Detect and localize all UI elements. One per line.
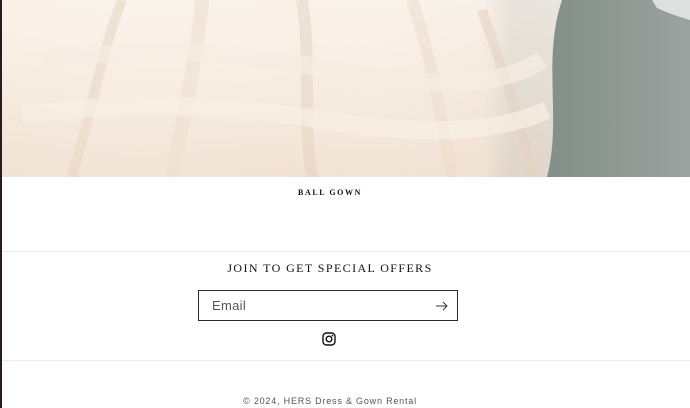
arrow-right-icon [436,301,448,310]
instagram-link[interactable] [322,332,336,346]
instagram-icon [322,332,336,346]
footer-divider [2,360,690,361]
email-field[interactable] [198,290,458,321]
newsletter-heading: JOIN TO GET SPECIAL OFFERS [227,261,433,275]
copyright-text: © 2024, HERS Dress & Gown Rental [243,396,417,406]
subscribe-button[interactable] [427,291,457,320]
section-divider [2,251,690,252]
ball-gown-photo[interactable] [2,0,690,177]
product-caption[interactable]: BALL GOWN [0,188,660,197]
gown-illustration [2,0,690,177]
email-input[interactable] [199,291,427,320]
